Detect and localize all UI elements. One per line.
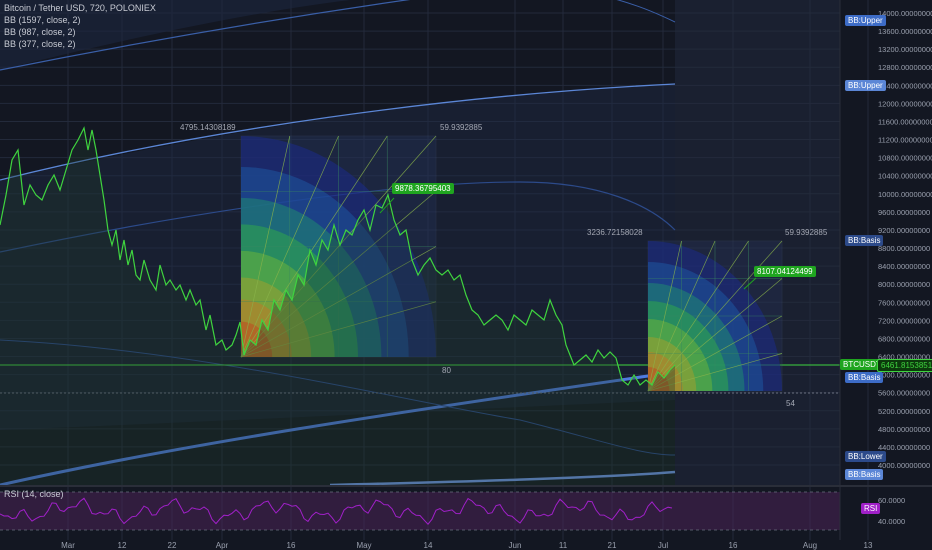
rsi-band-fill [0, 492, 840, 530]
x-tick-label: 14 [424, 541, 433, 550]
fib1-bottom-label: 80 [442, 366, 451, 375]
y-tick-label: 11600.00000000 [878, 117, 932, 126]
indicator-bb-377[interactable]: BB (377, close, 2) [4, 38, 156, 50]
x-tick-label: 12 [118, 541, 127, 550]
x-tick-label: 13 [864, 541, 873, 550]
y-tick-label: 13600.00000000 [878, 27, 932, 36]
bb-upper-tag-1: BB:Upper [845, 15, 886, 26]
y-tick-label: 10000.00000000 [878, 190, 932, 199]
x-tick-label: Jun [509, 541, 522, 550]
y-tick-label: 6800.00000000 [878, 334, 930, 343]
bb-lower-tag: BB:Lower [845, 451, 886, 462]
rsi-tag: RSI [861, 503, 881, 514]
bb-basis-tag-2: BB:Basis [845, 372, 884, 383]
x-tick-label: May [356, 541, 371, 550]
x-tick-label: 16 [287, 541, 296, 550]
fib2-right-label: 59.9392885 [785, 228, 828, 237]
indicator-bb-1597[interactable]: BB (1597, close, 2) [4, 14, 156, 26]
y-tick-label: 8800.00000000 [878, 244, 930, 253]
y-tick-label: 11200.00000000 [878, 136, 932, 145]
y-tick-label: 4400.00000000 [878, 443, 930, 452]
fib1-price-callout: 9878.36795403 [392, 183, 454, 194]
y-tick-label: 10800.00000000 [878, 154, 932, 163]
indicator-bb-987[interactable]: BB (987, close, 2) [4, 26, 156, 38]
y-tick-label: 7600.00000000 [878, 298, 930, 307]
y-tick-label: 12400.00000000 [878, 81, 932, 90]
x-tick-label: Apr [216, 541, 229, 550]
y-tick-label: 4800.00000000 [878, 425, 930, 434]
chart-legend: Bitcoin / Tether USD, 720, POLONIEX BB (… [4, 2, 156, 50]
y-tick-label: 9200.00000000 [878, 226, 930, 235]
rsi-tick-label: 40.0000 [878, 517, 905, 526]
last-price-tag: 6461.81538513 [877, 359, 932, 372]
y-tick-label: 5200.00000000 [878, 407, 930, 416]
x-tick-label: 21 [608, 541, 617, 550]
fib1-right-label: 59.9392885 [440, 123, 483, 132]
x-tick-label: 11 [559, 541, 568, 550]
chart-title: Bitcoin / Tether USD, 720, POLONIEX [4, 3, 156, 13]
x-tick-label: 16 [729, 541, 738, 550]
fib1-left-label: 4795.14308189 [180, 123, 236, 132]
bb-basis-tag-1: BB:Basis [845, 235, 884, 246]
y-tick-label: 12800.00000000 [878, 63, 932, 72]
y-tick-label: 10400.00000000 [878, 172, 932, 181]
x-tick-label: Mar [61, 541, 75, 550]
y-tick-label: 12000.00000000 [878, 99, 932, 108]
fib2-left-label: 3236.72158028 [587, 228, 643, 237]
bb-upper-tag-2: BB:Upper [845, 80, 886, 91]
bb-basis-tag-3: BB:Basis [845, 469, 884, 480]
y-tick-label: 9600.00000000 [878, 208, 930, 217]
x-tick-label: Jul [658, 541, 668, 550]
y-tick-label: 5600.00000000 [878, 389, 930, 398]
y-tick-label: 14000.00000000 [878, 9, 932, 18]
y-tick-label: 7200.00000000 [878, 316, 930, 325]
fib2-price-callout: 8107.04124499 [754, 266, 816, 277]
y-tick-label: 13200.00000000 [878, 45, 932, 54]
rsi-legend[interactable]: RSI (14, close) [4, 489, 64, 499]
x-tick-label: Aug [803, 541, 817, 550]
rsi-tick-label: 60.0000 [878, 496, 905, 505]
y-tick-label: 8000.00000000 [878, 280, 930, 289]
fib2-bottom-label: 54 [786, 399, 795, 408]
y-tick-label: 4000.00000000 [878, 461, 930, 470]
y-tick-label: 8400.00000000 [878, 262, 930, 271]
x-tick-label: 22 [168, 541, 177, 550]
